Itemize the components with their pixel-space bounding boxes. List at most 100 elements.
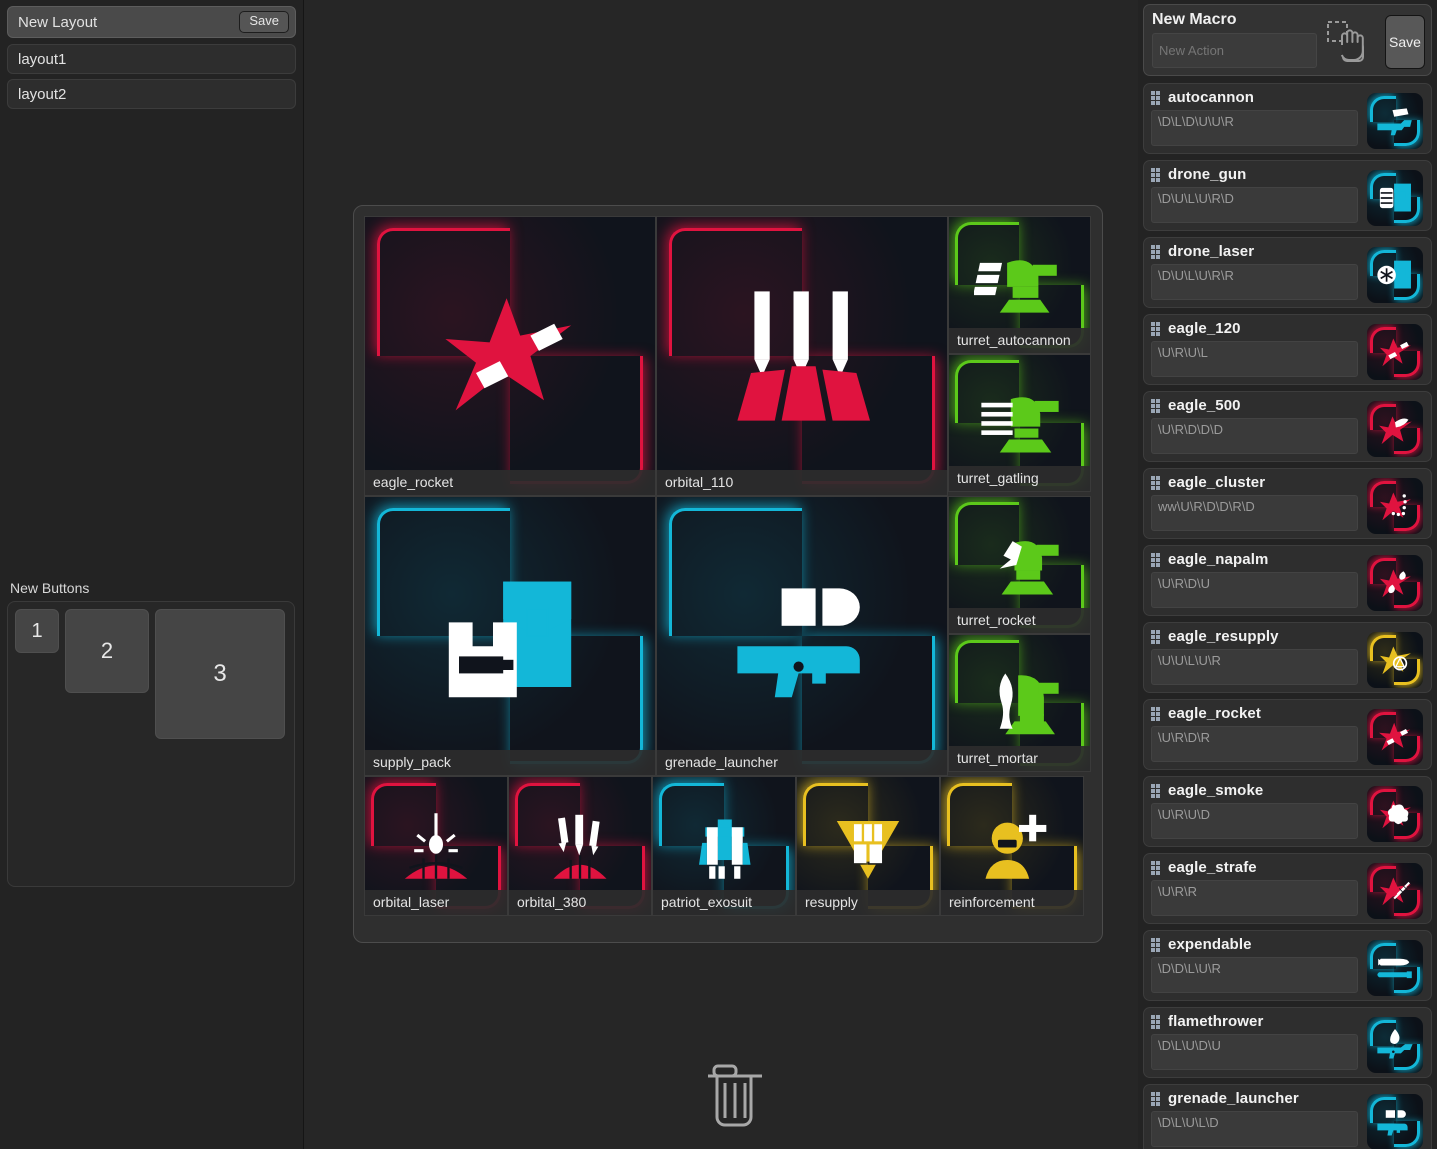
new-buttons-label: New Buttons — [10, 580, 90, 596]
layouts-sidebar: New Layout Save layout1 layout2 New Butto… — [0, 0, 304, 1149]
stratagem-cell[interactable]: resupply — [796, 776, 940, 916]
macro-name: eagle_120 — [1168, 320, 1241, 337]
macro-row[interactable]: drone_laser \D\U\L\U\R\R — [1143, 237, 1432, 308]
new-button-size-2[interactable]: 2 — [65, 609, 149, 693]
macro-row[interactable]: eagle_rocket \U\R\D\R — [1143, 699, 1432, 770]
eagle-strafe-icon — [1367, 863, 1423, 919]
macro-row[interactable]: eagle_smoke \U\R\U\D — [1143, 776, 1432, 847]
stratagem-label: turret_rocket — [949, 608, 1090, 633]
macro-icon — [1367, 1017, 1423, 1073]
drag-handle-icon[interactable] — [1151, 244, 1162, 259]
drag-handle-icon[interactable] — [1151, 1091, 1162, 1106]
stratagem-label: grenade_launcher — [657, 750, 947, 775]
new-button-size-1[interactable]: 1 — [15, 609, 59, 653]
stratagem-label: supply_pack — [365, 750, 655, 775]
grid-row: eagle_rocket orbital_110 turret_autocann… — [364, 216, 1092, 496]
macro-row[interactable]: autocannon \D\L\D\U\U\R — [1143, 83, 1432, 154]
macro-sequence-input[interactable]: \U\R\U\L — [1151, 341, 1358, 377]
drag-handle-icon[interactable] — [1151, 629, 1162, 644]
macro-name: eagle_strafe — [1168, 859, 1257, 876]
macro-sequence-input[interactable]: \D\U\L\U\R\D — [1151, 187, 1358, 223]
drag-handle-icon[interactable] — [1151, 783, 1162, 798]
layout-item[interactable]: layout2 — [7, 79, 296, 109]
macro-name: drone_gun — [1168, 166, 1247, 183]
drag-handle-icon[interactable] — [1151, 1014, 1162, 1029]
drone-laser-icon — [1367, 247, 1423, 303]
drag-handle-icon[interactable] — [1151, 167, 1162, 182]
new-button-size-3[interactable]: 3 — [155, 609, 285, 739]
stratagem-grid-panel[interactable]: eagle_rocket orbital_110 turret_autocann… — [353, 205, 1103, 943]
save-layout-button[interactable]: Save — [239, 11, 289, 33]
macro-row[interactable]: eagle_napalm \U\R\D\U — [1143, 545, 1432, 616]
macro-sequence-input[interactable]: \D\D\L\U\R — [1151, 957, 1358, 993]
macro-row[interactable]: eagle_500 \U\R\D\D\D — [1143, 391, 1432, 462]
macro-row[interactable]: eagle_resupply \U\U\L\U\R — [1143, 622, 1432, 693]
macro-row[interactable]: drone_gun \D\U\L\U\R\D — [1143, 160, 1432, 231]
trash-icon[interactable] — [704, 1060, 766, 1132]
macro-row[interactable]: grenade_launcher \D\L\U\L\D — [1143, 1084, 1432, 1149]
macro-icon — [1367, 478, 1423, 534]
macro-sequence-input[interactable]: \U\R\D\D\D — [1151, 418, 1358, 454]
new-buttons-palette[interactable]: 123 — [7, 601, 295, 887]
macro-name: grenade_launcher — [1168, 1090, 1299, 1107]
macro-sequence-input[interactable]: \D\L\D\U\U\R — [1151, 110, 1358, 146]
macro-sequence-input[interactable]: \D\U\L\U\R\R — [1151, 264, 1358, 300]
drag-handle-icon[interactable] — [1151, 552, 1162, 567]
drag-handle-icon[interactable] — [1151, 321, 1162, 336]
macro-icon — [1367, 786, 1423, 842]
macro-row[interactable]: eagle_120 \U\R\U\L — [1143, 314, 1432, 385]
macro-sequence-input[interactable]: \D\L\U\L\D — [1151, 1111, 1358, 1147]
macro-sequence-input[interactable]: \U\R\R — [1151, 880, 1358, 916]
eagle-smoke-icon — [1367, 786, 1423, 842]
macro-row[interactable]: eagle_strafe \U\R\R — [1143, 853, 1432, 924]
macro-sequence-input[interactable]: \D\L\U\D\U — [1151, 1034, 1358, 1070]
macro-sequence-input[interactable]: \U\U\L\U\R — [1151, 649, 1358, 685]
stratagem-label: turret_gatling — [949, 466, 1090, 491]
stratagem-cell[interactable]: turret_gatling — [948, 354, 1091, 492]
stratagem-cell[interactable]: turret_mortar — [948, 634, 1091, 772]
drag-handle-icon[interactable] — [1151, 90, 1162, 105]
macro-panel[interactable]: New Macro Save autocannon \D\L\D\U\U\R — [1138, 0, 1437, 1149]
macro-row[interactable]: expendable \D\D\L\U\R — [1143, 930, 1432, 1001]
macro-name: eagle_500 — [1168, 397, 1241, 414]
grid-row: supply_pack grenade_launcher turret_rock… — [364, 496, 1092, 776]
layout-canvas[interactable]: eagle_rocket orbital_110 turret_autocann… — [304, 0, 1138, 1149]
new-macro-action-input[interactable] — [1152, 33, 1317, 68]
eagle-cluster-icon — [1367, 478, 1423, 534]
drag-handle-icon[interactable] — [1151, 475, 1162, 490]
macro-sequence-input[interactable]: ww\U\R\D\D\R\D — [1151, 495, 1358, 531]
macro-name: eagle_cluster — [1168, 474, 1266, 491]
layout-item[interactable]: layout1 — [7, 44, 296, 74]
drag-drop-hand-icon — [1325, 19, 1371, 65]
grid-row: orbital_laser orbital_380 patriot_exosui… — [364, 776, 1092, 916]
macro-sequence-input[interactable]: \U\R\D\U — [1151, 572, 1358, 608]
drag-handle-icon[interactable] — [1151, 937, 1162, 952]
layout-list: layout1 layout2 — [7, 44, 296, 109]
stratagem-label: orbital_110 — [657, 470, 947, 495]
macro-sequence-input[interactable]: \U\R\U\D — [1151, 803, 1358, 839]
macro-icon — [1367, 401, 1423, 457]
stratagem-cell[interactable]: grenade_launcher — [656, 496, 948, 776]
stratagem-cell[interactable]: orbital_laser — [364, 776, 508, 916]
stratagem-cell[interactable]: eagle_rocket — [364, 216, 656, 496]
new-macro-card[interactable]: New Macro Save — [1143, 4, 1432, 76]
macro-icon — [1367, 170, 1423, 226]
stratagem-cell[interactable]: supply_pack — [364, 496, 656, 776]
eagle-rocket-icon — [1367, 709, 1423, 765]
new-layout-row[interactable]: New Layout Save — [7, 6, 296, 38]
stratagem-cell[interactable]: orbital_110 — [656, 216, 948, 496]
macro-icon — [1367, 709, 1423, 765]
macro-row[interactable]: eagle_cluster ww\U\R\D\D\R\D — [1143, 468, 1432, 539]
macro-row[interactable]: flamethrower \D\L\U\D\U — [1143, 1007, 1432, 1078]
drag-handle-icon[interactable] — [1151, 860, 1162, 875]
stratagem-cell[interactable]: orbital_380 — [508, 776, 652, 916]
save-macro-button[interactable]: Save — [1385, 15, 1425, 69]
stratagem-cell[interactable]: turret_rocket — [948, 496, 1091, 634]
stratagem-cell[interactable]: turret_autocannon — [948, 216, 1091, 354]
stratagem-cell[interactable]: reinforcement — [940, 776, 1084, 916]
drag-handle-icon[interactable] — [1151, 398, 1162, 413]
macro-sequence-input[interactable]: \U\R\D\R — [1151, 726, 1358, 762]
grenade-launcher-small-icon — [1367, 1094, 1423, 1149]
stratagem-cell[interactable]: patriot_exosuit — [652, 776, 796, 916]
drag-handle-icon[interactable] — [1151, 706, 1162, 721]
